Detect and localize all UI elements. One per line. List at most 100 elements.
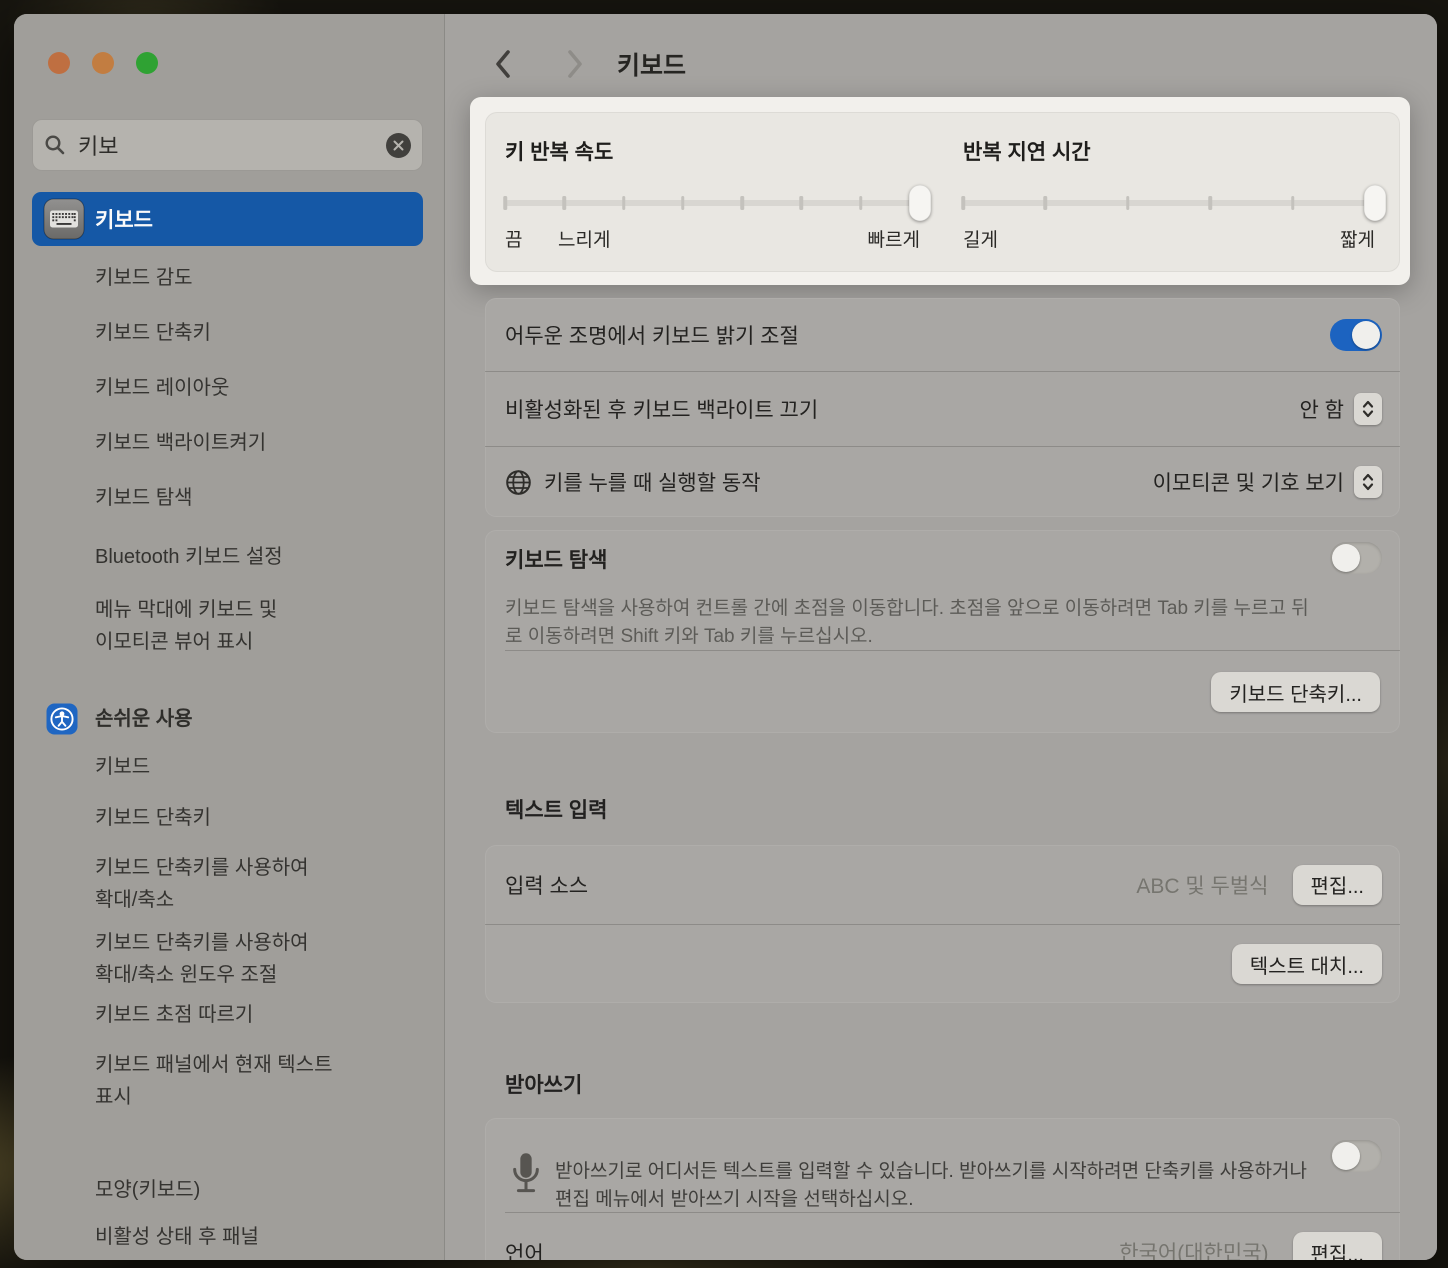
sidebar-item[interactable]: 키보드 탐색: [95, 482, 193, 514]
globe-icon: [505, 469, 532, 496]
globe-key-popup[interactable]: 이모티콘 및 기호 보기: [1153, 466, 1382, 498]
popup-value: 이모티콘 및 기호 보기: [1153, 467, 1344, 497]
sidebar-item-keyboard-selected[interactable]: 키보드: [32, 192, 423, 246]
sidebar-item[interactable]: 키보드 감도: [95, 262, 193, 294]
repeat-delay-title: 반복 지연 시간: [963, 136, 1091, 166]
input-sources-row: 입력 소스 ABC 및 두벌식 편집...: [485, 845, 1400, 924]
close-icon: [393, 140, 404, 151]
slider-track[interactable]: [505, 200, 920, 206]
sidebar-item-label: 키보드 패널에서 현재 텍스트: [95, 1054, 332, 1076]
minimize-window-button[interactable]: [92, 52, 114, 74]
repeat-delay-slider[interactable]: [963, 185, 1375, 221]
keyboard-options-card: 어두운 조명에서 키보드 밝기 조절 비활성화된 후 키보드 백라이트 끄기 안…: [485, 298, 1400, 517]
sidebar-item-label-line2: 확대/축소: [95, 889, 174, 911]
sidebar-item-label: 키보드 단축키: [95, 322, 211, 344]
slider-tick: [859, 196, 863, 210]
search-input[interactable]: 키보: [32, 119, 423, 171]
sidebar-item[interactable]: 모양(키보드): [95, 1174, 200, 1206]
slider-tick: [563, 196, 567, 210]
sidebar-item[interactable]: Bluetooth 키보드 설정: [95, 541, 283, 573]
forward-chevron-icon[interactable]: [565, 48, 585, 80]
main-pane: 키보드 키 반복 속도 끔 느리게 빠르게: [445, 14, 1437, 1260]
toggle-knob: [1332, 544, 1360, 572]
sidebar-item[interactable]: 키보드: [95, 751, 150, 783]
sidebar-item[interactable]: 키보드 단축키: [95, 317, 211, 349]
sidebar-item[interactable]: 키보드 패널에서 현재 텍스트 표시: [95, 1049, 332, 1113]
row-divider: [505, 650, 1400, 651]
globe-key-label: 키를 누를 때 실행할 동작: [544, 467, 761, 497]
text-replacements-button[interactable]: 텍스트 대치...: [1232, 944, 1382, 984]
backlight-off-label: 비활성화된 후 키보드 백라이트 끄기: [505, 394, 818, 424]
text-input-section-title: 텍스트 입력: [505, 794, 607, 824]
slider-track[interactable]: [963, 200, 1375, 206]
slider-tick: [622, 196, 626, 210]
slider-label-fast: 빠르게: [868, 225, 920, 252]
chevron-up-down-icon: [1361, 399, 1375, 419]
key-repeat-card: 키 반복 속도 끔 느리게 빠르게 반복 지연 시간: [485, 112, 1400, 272]
sidebar-item-label: 키보드 단축키: [95, 807, 211, 829]
sidebar-item-label: 키보드 감도: [95, 267, 193, 289]
sidebar-item-label: 비활성 상태 후 패널: [95, 1226, 259, 1248]
search-icon: [44, 134, 66, 156]
sidebar-item[interactable]: 비활성 상태 후 패널: [95, 1221, 259, 1253]
popup-stepper-icon[interactable]: [1354, 466, 1382, 498]
window-controls: [48, 52, 158, 74]
sidebar-item-label-line2: 확대/축소 윈도우 조절: [95, 964, 277, 986]
slider-label-slow: 느리게: [558, 225, 610, 252]
sidebar-item-label: 키보드: [95, 756, 150, 778]
edit-input-sources-button[interactable]: 편집...: [1293, 865, 1382, 905]
repeat-delay-group: 반복 지연 시간 길게 짧게: [963, 112, 1375, 272]
sidebar-item[interactable]: 키보드 초점 따르기: [95, 999, 253, 1031]
slider-tick: [800, 196, 804, 210]
sidebar-item-label: 메뉴 막대에 키보드 및: [95, 599, 277, 621]
slider-thumb[interactable]: [909, 185, 931, 221]
sidebar-item[interactable]: 메뉴 막대에 키보드 및 이모티콘 뷰어 표시: [95, 594, 277, 658]
clear-search-button[interactable]: [386, 133, 411, 158]
dictation-language-value: 한국어(대한민국): [1119, 1237, 1268, 1260]
sidebar-item-label: 키보드 레이아웃: [95, 377, 229, 399]
sidebar-item[interactable]: 손쉬운 사용: [46, 703, 193, 735]
sidebar-item-label-line2: 표시: [95, 1086, 132, 1108]
keyboard-navigation-description: 키보드 탐색을 사용하여 컨트롤 간에 초점을 이동합니다. 초점을 앞으로 이…: [505, 595, 1317, 651]
toggle-knob: [1332, 1142, 1360, 1170]
slider-thumb[interactable]: [1364, 185, 1386, 221]
page-title: 키보드: [617, 46, 686, 82]
brightness-toggle[interactable]: [1330, 319, 1382, 351]
globe-key-row: 키를 누를 때 실행할 동작 이모티콘 및 기호 보기: [485, 446, 1400, 517]
slider-tick: [1208, 196, 1212, 210]
sidebar-item-label: 키보드 단축키를 사용하여: [95, 857, 309, 879]
sidebar-item-label: 모양(키보드): [95, 1179, 200, 1201]
dictation-toggle[interactable]: [1330, 1140, 1382, 1172]
slider-label-short: 짧게: [1340, 225, 1375, 252]
sidebar-item-label: 키보드 초점 따르기: [95, 1004, 253, 1026]
row-divider: [505, 1212, 1400, 1213]
input-sources-label: 입력 소스: [505, 870, 588, 900]
dictation-language-label: 언어: [505, 1238, 544, 1260]
sidebar-item[interactable]: 키보드 레이아웃: [95, 372, 229, 404]
sidebar-item[interactable]: 키보드 단축키: [95, 802, 211, 834]
accessibility-icon: [46, 703, 78, 735]
dictation-card: 받아쓰기로 어디서든 텍스트를 입력할 수 있습니다. 받아쓰기를 시작하려면 …: [485, 1118, 1400, 1260]
key-repeat-slider[interactable]: [505, 185, 920, 221]
slider-tick: [1291, 196, 1295, 210]
key-repeat-title: 키 반복 속도: [505, 136, 613, 166]
dictation-description: 받아쓰기로 어디서든 텍스트를 입력할 수 있습니다. 받아쓰기를 시작하려면 …: [555, 1158, 1317, 1214]
keyboard-navigation-toggle[interactable]: [1330, 542, 1382, 574]
sidebar-item-label: 손쉬운 사용: [95, 708, 193, 730]
close-window-button[interactable]: [48, 52, 70, 74]
popup-stepper-icon[interactable]: [1354, 393, 1382, 425]
microphone-icon: [509, 1151, 543, 1199]
brightness-label: 어두운 조명에서 키보드 밝기 조절: [505, 320, 799, 350]
sidebar-item[interactable]: 키보드 단축키를 사용하여 확대/축소: [95, 852, 309, 916]
keyboard-shortcuts-button[interactable]: 키보드 단축키...: [1211, 672, 1380, 712]
backlight-off-popup[interactable]: 안 함: [1300, 393, 1382, 425]
popup-value: 안 함: [1300, 394, 1344, 424]
back-chevron-icon[interactable]: [493, 48, 513, 80]
edit-language-button[interactable]: 편집...: [1293, 1232, 1382, 1260]
slider-tick: [1044, 196, 1048, 210]
sidebar-item[interactable]: 키보드 단축키를 사용하여 확대/축소 윈도우 조절: [95, 927, 309, 991]
keyboard-navigation-card: 키보드 탐색 키보드 탐색을 사용하여 컨트롤 간에 초점을 이동합니다. 초점…: [485, 530, 1400, 733]
sidebar-item[interactable]: 키보드 백라이트켜기: [95, 427, 266, 459]
fullscreen-window-button[interactable]: [136, 52, 158, 74]
sidebar-item-label: Bluetooth 키보드 설정: [95, 546, 283, 568]
